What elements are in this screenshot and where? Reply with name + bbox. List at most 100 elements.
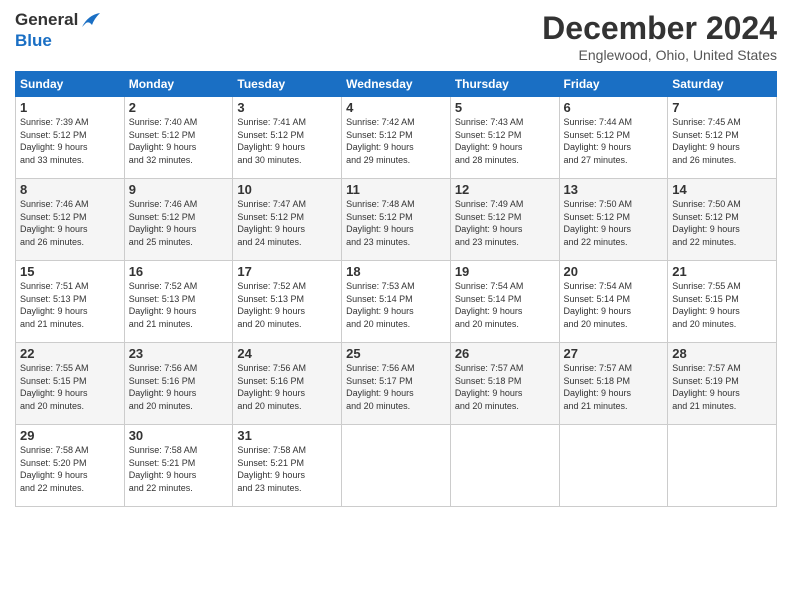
logo-blue: Blue xyxy=(15,31,102,51)
day-info: Sunrise: 7:57 AM Sunset: 5:18 PM Dayligh… xyxy=(455,362,555,412)
day-number: 17 xyxy=(237,264,337,279)
day-number: 2 xyxy=(129,100,229,115)
day-info: Sunrise: 7:50 AM Sunset: 5:12 PM Dayligh… xyxy=(672,198,772,248)
day-number: 16 xyxy=(129,264,229,279)
table-row: 15Sunrise: 7:51 AM Sunset: 5:13 PM Dayli… xyxy=(16,261,125,343)
table-row: 11Sunrise: 7:48 AM Sunset: 5:12 PM Dayli… xyxy=(342,179,451,261)
table-row: 25Sunrise: 7:56 AM Sunset: 5:17 PM Dayli… xyxy=(342,343,451,425)
table-row: 2Sunrise: 7:40 AM Sunset: 5:12 PM Daylig… xyxy=(124,97,233,179)
calendar-header-row: Sunday Monday Tuesday Wednesday Thursday… xyxy=(16,72,777,97)
table-row: 4Sunrise: 7:42 AM Sunset: 5:12 PM Daylig… xyxy=(342,97,451,179)
logo-text: General xyxy=(15,10,102,31)
table-row: 23Sunrise: 7:56 AM Sunset: 5:16 PM Dayli… xyxy=(124,343,233,425)
day-number: 22 xyxy=(20,346,120,361)
day-info: Sunrise: 7:52 AM Sunset: 5:13 PM Dayligh… xyxy=(237,280,337,330)
day-info: Sunrise: 7:52 AM Sunset: 5:13 PM Dayligh… xyxy=(129,280,229,330)
day-info: Sunrise: 7:44 AM Sunset: 5:12 PM Dayligh… xyxy=(564,116,664,166)
day-info: Sunrise: 7:43 AM Sunset: 5:12 PM Dayligh… xyxy=(455,116,555,166)
table-row: 3Sunrise: 7:41 AM Sunset: 5:12 PM Daylig… xyxy=(233,97,342,179)
day-number: 14 xyxy=(672,182,772,197)
table-row xyxy=(559,425,668,507)
table-row: 13Sunrise: 7:50 AM Sunset: 5:12 PM Dayli… xyxy=(559,179,668,261)
day-number: 25 xyxy=(346,346,446,361)
day-number: 1 xyxy=(20,100,120,115)
day-number: 21 xyxy=(672,264,772,279)
day-info: Sunrise: 7:55 AM Sunset: 5:15 PM Dayligh… xyxy=(20,362,120,412)
table-row: 14Sunrise: 7:50 AM Sunset: 5:12 PM Dayli… xyxy=(668,179,777,261)
table-row: 20Sunrise: 7:54 AM Sunset: 5:14 PM Dayli… xyxy=(559,261,668,343)
calendar: Sunday Monday Tuesday Wednesday Thursday… xyxy=(15,71,777,507)
day-info: Sunrise: 7:51 AM Sunset: 5:13 PM Dayligh… xyxy=(20,280,120,330)
day-number: 20 xyxy=(564,264,664,279)
location: Englewood, Ohio, United States xyxy=(542,47,777,63)
table-row: 17Sunrise: 7:52 AM Sunset: 5:13 PM Dayli… xyxy=(233,261,342,343)
day-number: 26 xyxy=(455,346,555,361)
day-number: 24 xyxy=(237,346,337,361)
col-tuesday: Tuesday xyxy=(233,72,342,97)
col-friday: Friday xyxy=(559,72,668,97)
table-row: 8Sunrise: 7:46 AM Sunset: 5:12 PM Daylig… xyxy=(16,179,125,261)
day-number: 15 xyxy=(20,264,120,279)
day-info: Sunrise: 7:57 AM Sunset: 5:18 PM Dayligh… xyxy=(564,362,664,412)
table-row: 22Sunrise: 7:55 AM Sunset: 5:15 PM Dayli… xyxy=(16,343,125,425)
table-row: 7Sunrise: 7:45 AM Sunset: 5:12 PM Daylig… xyxy=(668,97,777,179)
table-row: 18Sunrise: 7:53 AM Sunset: 5:14 PM Dayli… xyxy=(342,261,451,343)
logo: General Blue xyxy=(15,10,102,50)
day-info: Sunrise: 7:39 AM Sunset: 5:12 PM Dayligh… xyxy=(20,116,120,166)
table-row xyxy=(668,425,777,507)
day-info: Sunrise: 7:54 AM Sunset: 5:14 PM Dayligh… xyxy=(564,280,664,330)
table-row: 5Sunrise: 7:43 AM Sunset: 5:12 PM Daylig… xyxy=(450,97,559,179)
table-row: 10Sunrise: 7:47 AM Sunset: 5:12 PM Dayli… xyxy=(233,179,342,261)
col-saturday: Saturday xyxy=(668,72,777,97)
day-info: Sunrise: 7:46 AM Sunset: 5:12 PM Dayligh… xyxy=(129,198,229,248)
day-number: 6 xyxy=(564,100,664,115)
day-number: 27 xyxy=(564,346,664,361)
day-info: Sunrise: 7:48 AM Sunset: 5:12 PM Dayligh… xyxy=(346,198,446,248)
table-row xyxy=(342,425,451,507)
day-info: Sunrise: 7:57 AM Sunset: 5:19 PM Dayligh… xyxy=(672,362,772,412)
day-number: 10 xyxy=(237,182,337,197)
day-info: Sunrise: 7:45 AM Sunset: 5:12 PM Dayligh… xyxy=(672,116,772,166)
logo-bird-icon xyxy=(80,11,102,31)
col-thursday: Thursday xyxy=(450,72,559,97)
month-title: December 2024 xyxy=(542,10,777,47)
day-number: 30 xyxy=(129,428,229,443)
table-row: 9Sunrise: 7:46 AM Sunset: 5:12 PM Daylig… xyxy=(124,179,233,261)
day-info: Sunrise: 7:58 AM Sunset: 5:21 PM Dayligh… xyxy=(237,444,337,494)
day-number: 29 xyxy=(20,428,120,443)
day-info: Sunrise: 7:47 AM Sunset: 5:12 PM Dayligh… xyxy=(237,198,337,248)
day-number: 31 xyxy=(237,428,337,443)
day-number: 13 xyxy=(564,182,664,197)
table-row: 24Sunrise: 7:56 AM Sunset: 5:16 PM Dayli… xyxy=(233,343,342,425)
header: General Blue December 2024 Englewood, Oh… xyxy=(15,10,777,63)
day-number: 19 xyxy=(455,264,555,279)
table-row: 26Sunrise: 7:57 AM Sunset: 5:18 PM Dayli… xyxy=(450,343,559,425)
day-info: Sunrise: 7:46 AM Sunset: 5:12 PM Dayligh… xyxy=(20,198,120,248)
day-info: Sunrise: 7:56 AM Sunset: 5:16 PM Dayligh… xyxy=(237,362,337,412)
day-info: Sunrise: 7:58 AM Sunset: 5:21 PM Dayligh… xyxy=(129,444,229,494)
table-row: 28Sunrise: 7:57 AM Sunset: 5:19 PM Dayli… xyxy=(668,343,777,425)
day-info: Sunrise: 7:50 AM Sunset: 5:12 PM Dayligh… xyxy=(564,198,664,248)
table-row: 31Sunrise: 7:58 AM Sunset: 5:21 PM Dayli… xyxy=(233,425,342,507)
day-info: Sunrise: 7:41 AM Sunset: 5:12 PM Dayligh… xyxy=(237,116,337,166)
day-number: 12 xyxy=(455,182,555,197)
day-info: Sunrise: 7:42 AM Sunset: 5:12 PM Dayligh… xyxy=(346,116,446,166)
day-number: 3 xyxy=(237,100,337,115)
table-row: 29Sunrise: 7:58 AM Sunset: 5:20 PM Dayli… xyxy=(16,425,125,507)
day-info: Sunrise: 7:55 AM Sunset: 5:15 PM Dayligh… xyxy=(672,280,772,330)
table-row xyxy=(450,425,559,507)
day-number: 18 xyxy=(346,264,446,279)
table-row: 16Sunrise: 7:52 AM Sunset: 5:13 PM Dayli… xyxy=(124,261,233,343)
col-sunday: Sunday xyxy=(16,72,125,97)
day-info: Sunrise: 7:56 AM Sunset: 5:17 PM Dayligh… xyxy=(346,362,446,412)
title-area: December 2024 Englewood, Ohio, United St… xyxy=(542,10,777,63)
day-info: Sunrise: 7:40 AM Sunset: 5:12 PM Dayligh… xyxy=(129,116,229,166)
day-info: Sunrise: 7:53 AM Sunset: 5:14 PM Dayligh… xyxy=(346,280,446,330)
day-number: 9 xyxy=(129,182,229,197)
table-row: 1Sunrise: 7:39 AM Sunset: 5:12 PM Daylig… xyxy=(16,97,125,179)
table-row: 12Sunrise: 7:49 AM Sunset: 5:12 PM Dayli… xyxy=(450,179,559,261)
day-info: Sunrise: 7:54 AM Sunset: 5:14 PM Dayligh… xyxy=(455,280,555,330)
day-number: 5 xyxy=(455,100,555,115)
day-number: 11 xyxy=(346,182,446,197)
day-number: 8 xyxy=(20,182,120,197)
